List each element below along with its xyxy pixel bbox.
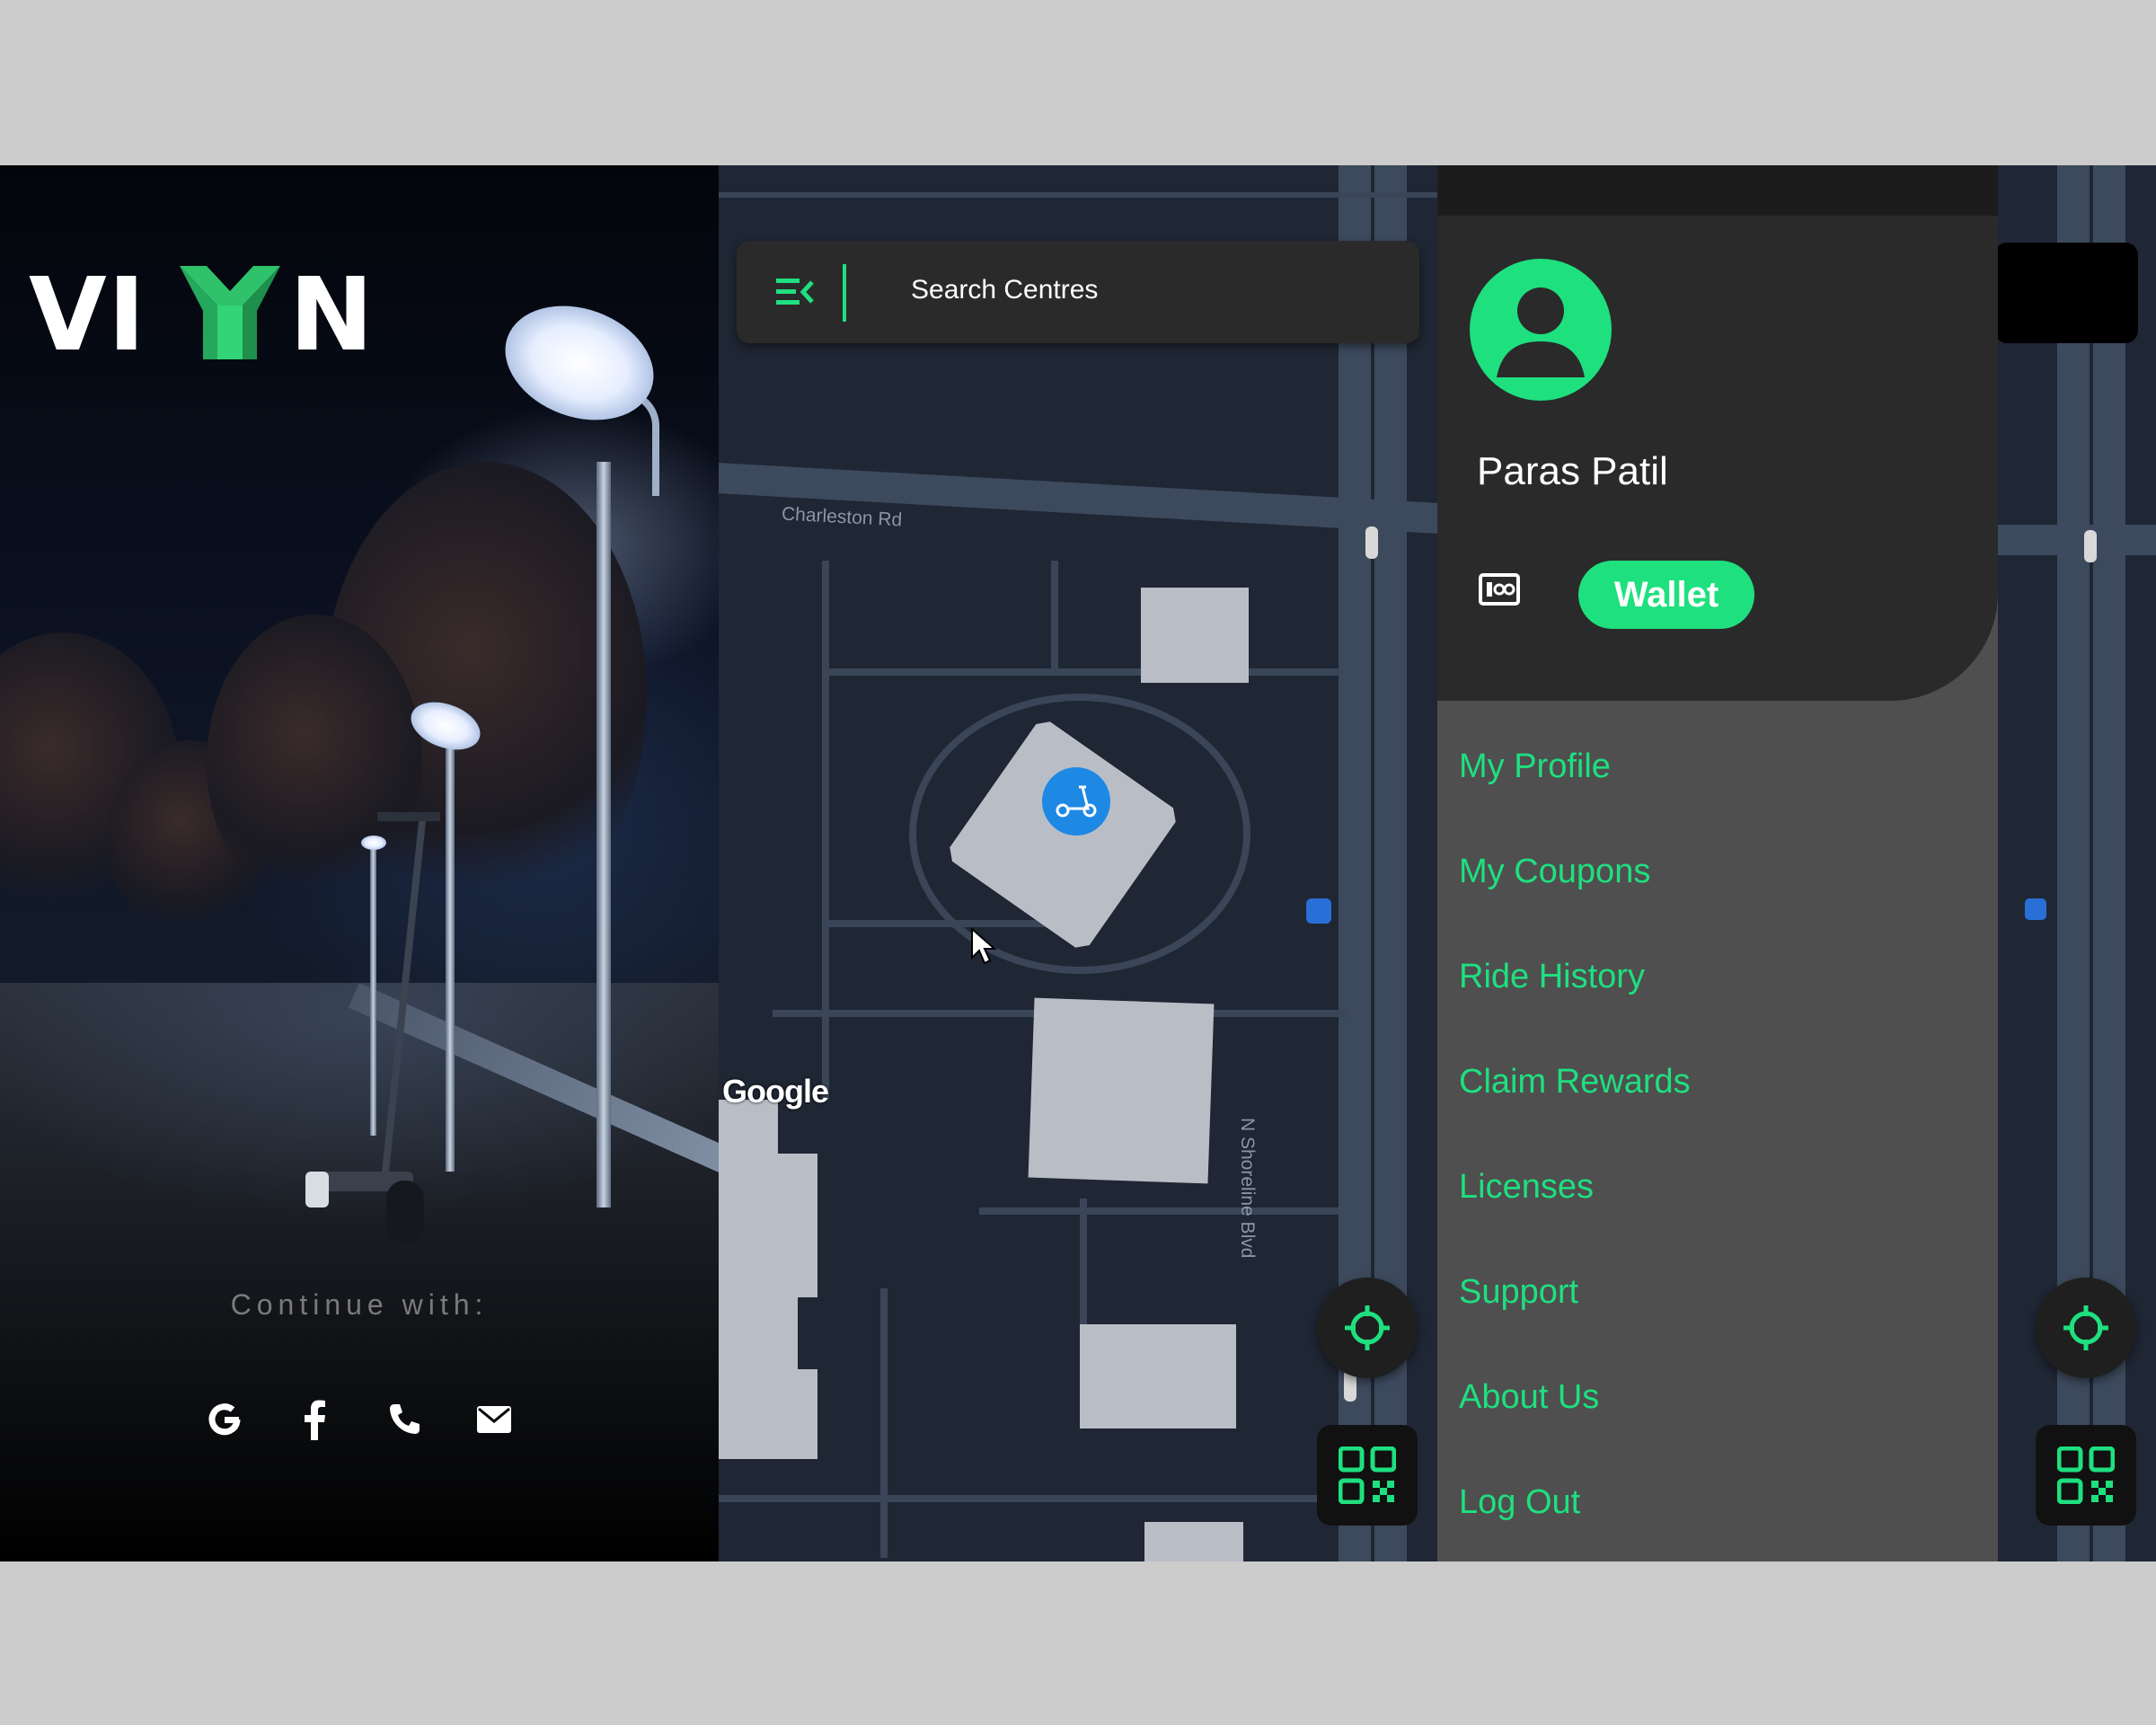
map-screen[interactable]: Charleston Rd N Shoreline Blvd Google Se… bbox=[719, 165, 1437, 1561]
menu-item-log-out[interactable]: Log Out bbox=[1459, 1483, 1580, 1522]
continue-with-label: Continue with: bbox=[230, 1288, 489, 1321]
logo-y-mark bbox=[180, 266, 280, 359]
qr-code-icon bbox=[2057, 1446, 2115, 1504]
drawer-header: Paras Patil Wallet bbox=[1437, 216, 1998, 701]
menu-item-my-profile[interactable]: My Profile bbox=[1459, 748, 1611, 786]
traffic-light-icon bbox=[1365, 526, 1378, 559]
bus-stop-icon[interactable] bbox=[1306, 898, 1331, 924]
login-screen: V I N Continue with: bbox=[0, 165, 719, 1561]
lamp-pole bbox=[596, 462, 611, 1208]
menu-icon[interactable] bbox=[776, 277, 814, 307]
menu-item-about-us[interactable]: About Us bbox=[1459, 1378, 1599, 1417]
menu-item-ride-history[interactable]: Ride History bbox=[1459, 958, 1645, 996]
qr-scan-button[interactable] bbox=[1317, 1425, 1418, 1526]
menu-item-support[interactable]: Support bbox=[1459, 1273, 1578, 1312]
lamp-pole bbox=[446, 740, 455, 1172]
building bbox=[719, 1100, 817, 1459]
email-icon[interactable] bbox=[467, 1393, 521, 1446]
road bbox=[1051, 561, 1058, 668]
road-label: Charleston Rd bbox=[781, 503, 903, 531]
wallet-card-icon[interactable] bbox=[1479, 573, 1520, 606]
building bbox=[1080, 1324, 1236, 1429]
user-avatar-icon bbox=[1497, 288, 1585, 377]
qr-code-icon bbox=[1339, 1446, 1396, 1504]
facebook-icon[interactable] bbox=[287, 1393, 341, 1446]
google-attribution: Google bbox=[722, 1073, 829, 1110]
scooter-marker-icon[interactable] bbox=[1042, 767, 1110, 836]
viyn-logo: V I N bbox=[29, 257, 376, 374]
locate-icon bbox=[2063, 1305, 2108, 1350]
bus-stop-icon bbox=[2025, 898, 2046, 920]
phone-icon[interactable] bbox=[377, 1393, 431, 1446]
menu-item-my-coupons[interactable]: My Coupons bbox=[1459, 853, 1650, 891]
navigation-drawer[interactable]: Paras Patil Wallet My Profile My Coupons… bbox=[1437, 165, 1998, 1561]
google-icon[interactable] bbox=[198, 1393, 252, 1446]
locate-button bbox=[2036, 1278, 2136, 1378]
road bbox=[880, 1288, 888, 1558]
search-bar[interactable]: Search Centres bbox=[737, 241, 1419, 343]
road bbox=[822, 668, 1343, 676]
road bbox=[822, 561, 829, 1100]
building bbox=[1141, 588, 1249, 683]
search-divider bbox=[843, 264, 846, 322]
road bbox=[1998, 525, 2156, 555]
locate-button[interactable] bbox=[1317, 1278, 1418, 1378]
traffic-light-icon bbox=[2084, 530, 2097, 562]
user-name: Paras Patil bbox=[1477, 449, 1668, 493]
menu-item-licenses[interactable]: Licenses bbox=[1459, 1168, 1594, 1207]
avatar[interactable] bbox=[1470, 259, 1612, 401]
qr-scan-button bbox=[2036, 1425, 2136, 1526]
building bbox=[1144, 1522, 1243, 1561]
menu-item-claim-rewards[interactable]: Claim Rewards bbox=[1459, 1063, 1691, 1101]
road bbox=[719, 192, 1437, 198]
status-bar bbox=[1437, 165, 1998, 216]
search-bar-behind bbox=[1994, 243, 2138, 343]
road bbox=[719, 1495, 1339, 1502]
building bbox=[1028, 997, 1215, 1184]
mouse-cursor-icon bbox=[971, 927, 997, 965]
scooter-photo bbox=[296, 812, 440, 1261]
search-input[interactable]: Search Centres bbox=[911, 275, 1098, 305]
locate-icon bbox=[1345, 1305, 1390, 1350]
road-label: N Shoreline Blvd bbox=[1237, 1118, 1258, 1259]
road bbox=[979, 1208, 1339, 1215]
drawer-screen: Paras Patil Wallet My Profile My Coupons… bbox=[1437, 165, 2156, 1561]
wallet-button[interactable]: Wallet bbox=[1578, 561, 1754, 629]
